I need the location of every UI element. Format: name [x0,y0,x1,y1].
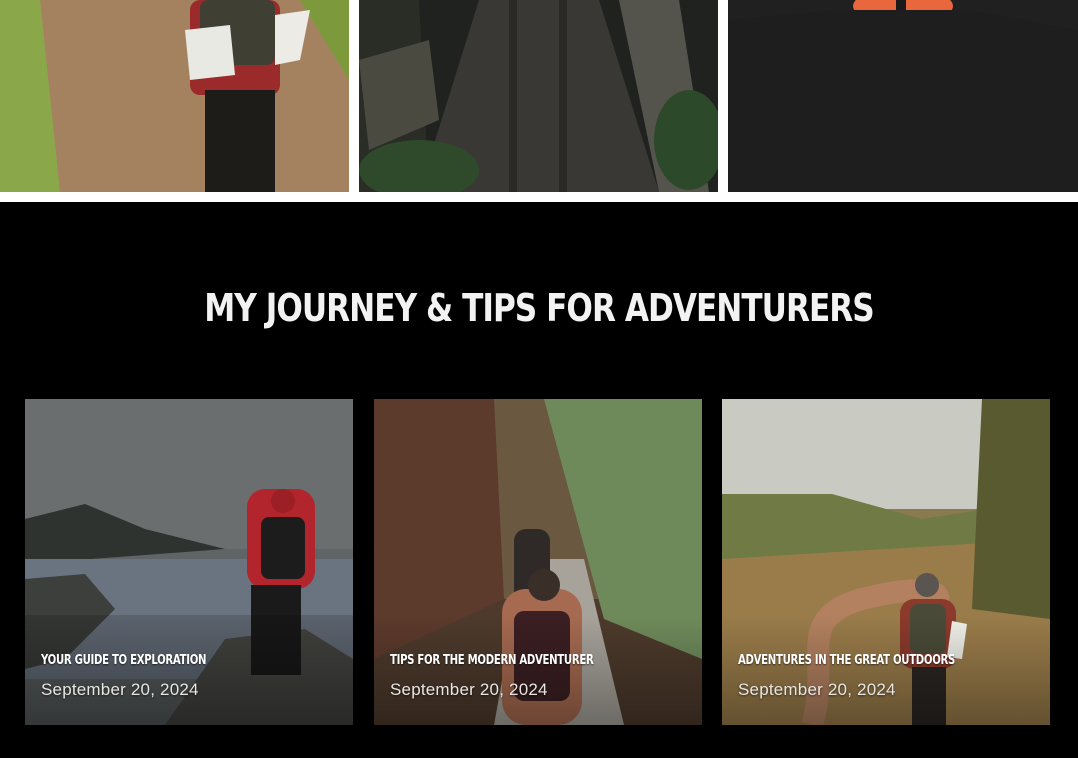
gallery-image-hiker-trail[interactable] [0,0,349,192]
sunset-silhouette-image [728,0,1078,192]
card-overlay [374,615,702,725]
card-overlay [25,615,353,725]
blog-post-card[interactable]: TIPS FOR THE MODERN ADVENTURER September… [374,399,702,725]
hiker-trail-image [0,0,349,192]
blog-post-card[interactable]: YOUR GUIDE TO EXPLORATION September 20, … [25,399,353,725]
gallery-image-forest-bridge[interactable] [359,0,718,192]
post-title[interactable]: YOUR GUIDE TO EXPLORATION [41,653,207,668]
post-date: September 20, 2024 [738,680,896,699]
blog-post-card[interactable]: ADVENTURES IN THE GREAT OUTDOORS Septemb… [722,399,1050,725]
blog-section: MY JOURNEY & TIPS FOR ADVENTURERS YOUR G… [0,202,1078,758]
post-date: September 20, 2024 [390,680,548,699]
post-title[interactable]: ADVENTURES IN THE GREAT OUTDOORS [738,653,955,668]
gallery-image-sunset-silhouette[interactable] [728,0,1078,192]
photo-gallery-strip [0,0,1078,192]
section-heading: MY JOURNEY & TIPS FOR ADVENTURERS [204,286,874,330]
post-title[interactable]: TIPS FOR THE MODERN ADVENTURER [390,653,594,668]
card-overlay [722,615,1050,725]
forest-bridge-image [359,0,718,192]
post-date: September 20, 2024 [41,680,199,699]
